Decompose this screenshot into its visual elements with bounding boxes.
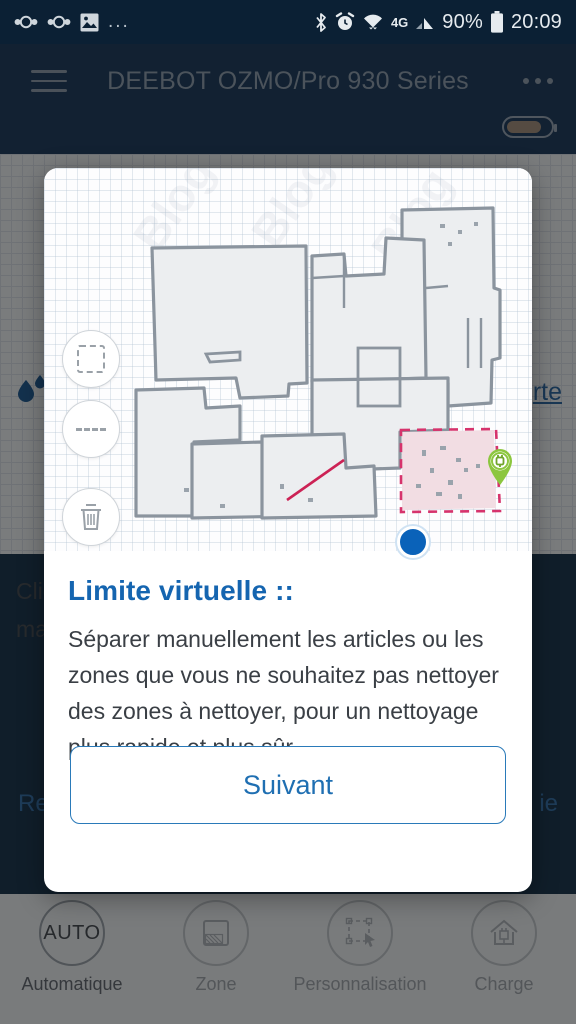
wifi-icon bbox=[362, 13, 384, 31]
battery-percent-label: 90% bbox=[442, 10, 483, 33]
dashed-line-icon bbox=[76, 427, 106, 431]
bluetooth-icon bbox=[314, 12, 328, 33]
delete-tool[interactable] bbox=[62, 488, 120, 546]
tutorial-map-preview: Blog Domotique Blog Domotique Blog Domot… bbox=[44, 168, 532, 558]
nextcloud-sync-icon bbox=[14, 15, 38, 29]
mobile-data-label: 4G bbox=[390, 14, 409, 30]
virtual-boundary-tool[interactable] bbox=[62, 400, 120, 458]
mobile-data-4g-icon: 4G bbox=[391, 15, 408, 30]
virtual-zone-tool[interactable] bbox=[62, 330, 120, 388]
next-button[interactable]: Suivant bbox=[70, 746, 506, 824]
trash-icon bbox=[81, 504, 101, 530]
robot-position-icon bbox=[397, 526, 429, 558]
app-root: rte Cliqu main Re ie AUTO Automatique bbox=[0, 0, 576, 1024]
more-notifications-icon: ... bbox=[108, 11, 130, 32]
dialog-body: Séparer manuellement les articles ou les… bbox=[68, 626, 499, 760]
alarm-clock-icon bbox=[335, 12, 355, 32]
gallery-image-icon bbox=[80, 13, 99, 32]
system-status-bar: ... 4G 90% 20:09 bbox=[0, 0, 576, 44]
cell-signal-icon bbox=[415, 13, 435, 31]
dialog-title: Limite virtuelle :: bbox=[68, 575, 294, 606]
clock-label: 20:09 bbox=[510, 10, 562, 33]
charging-dock-icon bbox=[484, 446, 516, 486]
dashed-square-icon bbox=[77, 345, 105, 373]
battery-icon bbox=[490, 11, 504, 33]
nextcloud-sync-icon bbox=[47, 15, 71, 29]
virtual-boundary-tutorial-dialog: Blog Domotique Blog Domotique Blog Domot… bbox=[44, 168, 532, 892]
